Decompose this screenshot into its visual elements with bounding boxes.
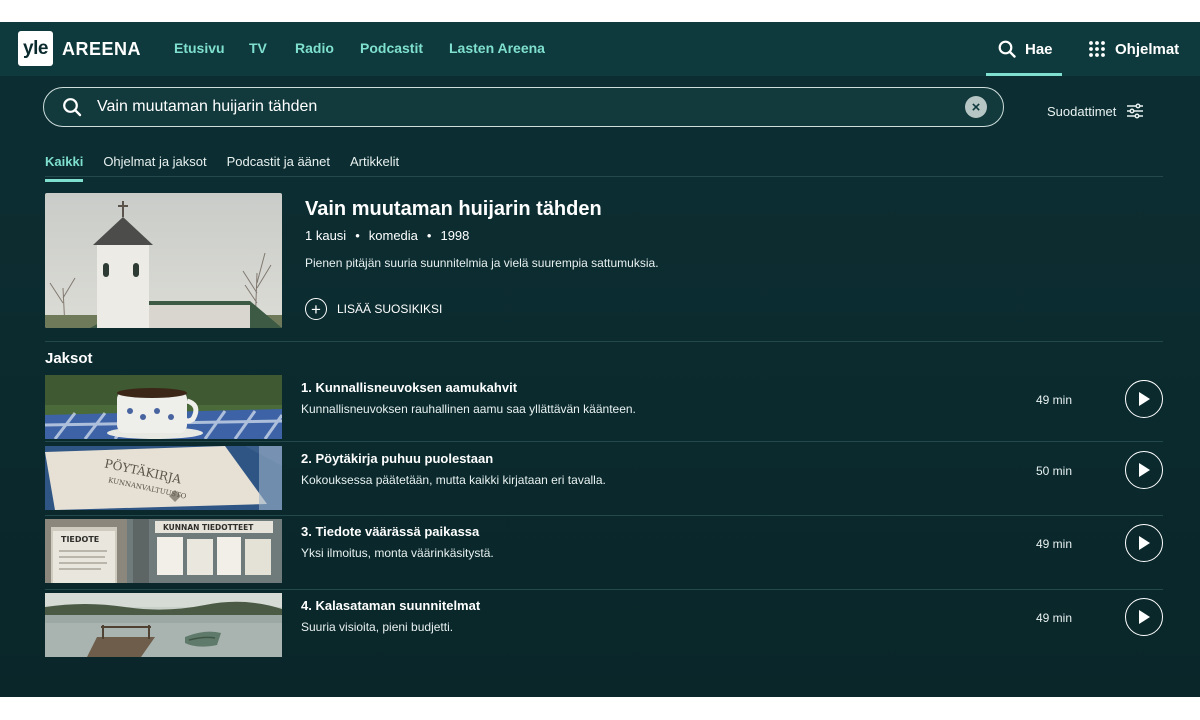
notice-board-header: KUNNAN TIEDOTTEET [163,523,254,532]
play-button[interactable] [1125,451,1163,489]
episode-description: Yksi ilmoitus, monta väärinkäsitystä. [301,546,494,560]
grid-icon [1089,41,1105,57]
episode-thumbnail[interactable] [45,375,282,439]
episode-thumbnail[interactable]: PÖYTÄKIRJA KUNNANVALTUUSTO [45,446,282,510]
plus-icon: + [305,298,327,320]
episode-duration: 49 min [1035,537,1072,551]
search-bar: × [43,87,1004,127]
episode-description: Kunnallisneuvoksen rauhallinen aamu saa … [301,402,636,416]
coffee-cup-icon [45,375,282,439]
episode-row[interactable]: 4. Kalasataman suunnitelmat Suuria visio… [45,593,1163,659]
result-tabs: Kaikki Ohjelmat ja jaksot Podcastit ja ä… [45,154,399,182]
search-input[interactable] [97,95,937,119]
tab-artikkelit[interactable]: Artikkelit [350,154,399,182]
episode-title[interactable]: 4. Kalasataman suunnitelmat [301,598,480,613]
lake-pier-icon [45,593,282,657]
play-button[interactable] [1125,524,1163,562]
nav-item-radio[interactable]: Radio [295,40,334,56]
meta-separator: • [355,228,360,243]
tab-podcastit-ja-aanet[interactable]: Podcastit ja äänet [227,154,330,182]
search-icon [998,40,1016,58]
add-favorite-label: LISÄÄ SUOSIKIKSI [337,302,443,316]
play-button[interactable] [1125,380,1163,418]
section-divider [45,341,1163,342]
episode-row[interactable]: PÖYTÄKIRJA KUNNANVALTUUSTO 2. Pöytäkirja… [45,446,1163,512]
nav-item-podcastit[interactable]: Podcastit [360,40,423,56]
search-icon [63,98,82,117]
areena-app: yle AREENA Etusivu TV Radio Podcastit La… [0,22,1200,697]
nav-item-tv[interactable]: TV [249,40,267,56]
clear-search-button[interactable]: × [965,96,987,118]
program-thumbnail[interactable] [45,193,282,328]
binder-icon: PÖYTÄKIRJA KUNNANVALTUUSTO [45,446,282,510]
episode-duration: 49 min [1035,611,1072,625]
sliders-icon [1127,103,1144,119]
episode-divider [45,441,1163,442]
episode-description: Kokouksessa päätetään, mutta kaikki kirj… [301,473,606,487]
program-genre: komedia [368,228,418,243]
top-navigation: yle AREENA Etusivu TV Radio Podcastit La… [0,22,1200,76]
areena-brand-name[interactable]: AREENA [62,39,141,60]
episode-description: Suuria visioita, pieni budjetti. [301,620,454,634]
play-icon [1139,463,1150,477]
nav-item-etusivu[interactable]: Etusivu [174,40,225,56]
program-meta: 1 kausi • komedia • 1998 [305,228,469,243]
nav-search-label: Hae [1025,40,1053,58]
nav-search-button[interactable]: Hae [998,40,1053,58]
church-icon [45,193,282,328]
filters-label: Suodattimet [1047,103,1117,119]
play-button[interactable] [1125,598,1163,636]
add-favorite-button[interactable]: + LISÄÄ SUOSIKIKSI [305,298,442,320]
nav-programs-button[interactable]: Ohjelmat [1088,40,1179,58]
nav-item-lasten-areena[interactable]: Lasten Areena [449,40,545,56]
episode-divider [45,589,1163,590]
program-title[interactable]: Vain muutaman huijarin tähden [305,198,602,221]
episode-divider [45,515,1163,516]
active-nav-indicator [986,73,1062,76]
episode-title[interactable]: 3. Tiedote väärässä paikassa [301,524,479,539]
tab-ohjelmat-ja-jaksot[interactable]: Ohjelmat ja jaksot [103,154,206,182]
episode-thumbnail[interactable] [45,593,282,657]
notice-label: TIEDOTE [61,535,99,544]
yle-logo[interactable]: yle [18,31,53,66]
episode-row[interactable]: 1. Kunnallisneuvoksen aamukahvit Kunnall… [45,375,1163,441]
episode-thumbnail[interactable]: TIEDOTE KUNNAN TIEDOTTEET [45,519,282,583]
nav-programs-label: Ohjelmat [1115,40,1180,58]
episode-row[interactable]: TIEDOTE KUNNAN TIEDOTTEET 3. Tiedote vää… [45,519,1163,585]
play-icon [1139,610,1150,624]
filters-button[interactable]: Suodattimet [1047,103,1144,119]
program-seasons: 1 kausi [305,228,347,243]
program-description: Pienen pitäjän suuria suunnitelmia ja vi… [305,256,659,270]
play-icon [1139,536,1150,550]
close-icon: × [971,98,981,116]
episode-title[interactable]: 1. Kunnallisneuvoksen aamukahvit [301,380,517,395]
play-icon [1139,392,1150,406]
episode-duration: 49 min [1035,393,1072,407]
tabs-divider [45,176,1163,177]
notice-board-icon: TIEDOTE KUNNAN TIEDOTTEET [45,519,282,583]
episode-title[interactable]: 2. Pöytäkirja puhuu puolestaan [301,451,493,466]
episode-duration: 50 min [1035,464,1072,478]
meta-separator: • [426,228,432,243]
episodes-heading: Jaksot [45,350,93,367]
tab-kaikki[interactable]: Kaikki [45,154,84,182]
program-year: 1998 [440,228,470,243]
